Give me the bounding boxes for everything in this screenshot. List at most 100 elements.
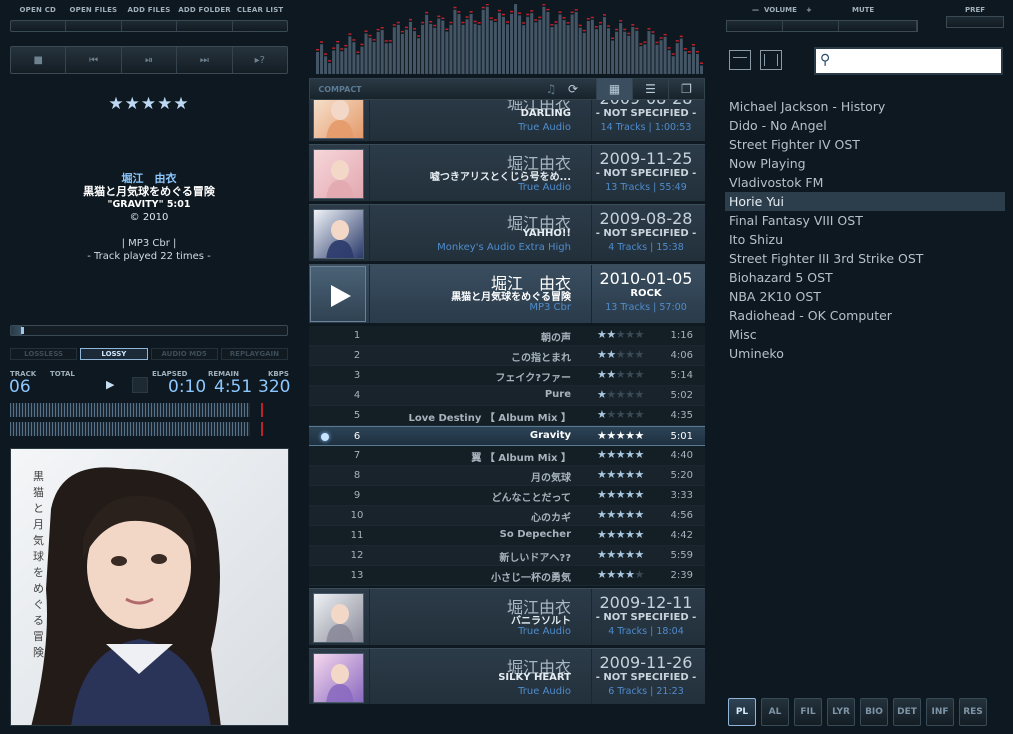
current-album-row[interactable]: 堀江 由衣 黒猫と月気球をめぐる冒険 MP3 Cbr 2010-01-05 ROCK 13… <box>309 264 705 324</box>
track-row[interactable]: 12 新しいドアへ?? ★★★★★ 5:59 <box>309 546 705 566</box>
playlist-item[interactable]: Dido - No Angel <box>725 116 1005 135</box>
now-playing-album: 黒猫と月気球をめぐる冒険 <box>83 185 215 198</box>
track-rating[interactable]: ★★★★★ <box>597 488 644 501</box>
track-row[interactable]: 5 Love Destiny 【 Album Mix 】 ★★★★★ 4:35 <box>309 406 705 426</box>
spectrum-peak <box>392 24 396 26</box>
track-row[interactable]: 11 So Depecher ★★★★★ 4:42 <box>309 526 705 546</box>
album-date: 2009-08-28 <box>599 209 693 228</box>
album-row[interactable]: 堀江由衣 嘘つきアリスとくじら号をめ... True Audio 2009-11-25… <box>309 144 705 202</box>
album-title: 嘘つきアリスとくじら号をめ... <box>429 172 571 183</box>
track-rating[interactable]: ★★★★★ <box>597 508 644 521</box>
track-rating[interactable]: ★★★★★ <box>597 548 644 561</box>
open-files-button[interactable] <box>66 21 122 31</box>
mute-button[interactable] <box>839 21 917 31</box>
window-view-icon[interactable]: ❐ <box>668 78 704 100</box>
spectrum-bar <box>522 25 526 74</box>
track-row[interactable]: 7翼 【 Album Mix 】 ★★★★★ 4:40 <box>309 446 705 466</box>
track-row[interactable]: 9 どんなことだって ★★★★★ 3:33 <box>309 486 705 506</box>
track-row[interactable]: 8 月の気球 ★★★★★ 5:20 <box>309 466 705 486</box>
playlist-item[interactable]: Vladivostok FM <box>725 173 1005 192</box>
layout-split-icon[interactable] <box>760 50 782 70</box>
track-row[interactable]: 1 朝の声 ★★★★★ 1:16 <box>309 326 705 346</box>
repeat-icon[interactable]: ⟳ <box>562 82 584 96</box>
spectrum-peak <box>485 4 489 6</box>
track-rating[interactable]: ★★★★★ <box>597 368 644 381</box>
playlist-item[interactable]: Biohazard 5 OST <box>725 268 1005 287</box>
tab-lyr[interactable]: LYR <box>827 698 855 726</box>
volume-down-button[interactable] <box>727 21 783 31</box>
random-button[interactable]: ▸? <box>233 47 287 73</box>
volume-up-button[interactable] <box>783 21 839 31</box>
spectrum-peak <box>481 6 485 9</box>
playlist-item[interactable]: Michael Jackson - History <box>725 97 1005 116</box>
album-row[interactable]: 堀江由衣DARLINGTrue Audio2009-08-28- NOT SPE… <box>309 100 705 142</box>
track-rating[interactable]: ★★★★★ <box>597 528 644 541</box>
track-rating[interactable]: ★★★★★ <box>597 429 644 442</box>
track-rating[interactable]: ★★★★★ <box>597 328 644 341</box>
next-button[interactable]: ⏭ <box>177 47 233 73</box>
playlist-item[interactable]: Final Fantasy VIII OST <box>725 211 1005 230</box>
clear-list-button[interactable] <box>233 21 287 31</box>
stop-button[interactable]: ■ <box>11 47 67 73</box>
playlist-item[interactable]: Radiohead - OK Computer <box>725 306 1005 325</box>
track-rating[interactable]: ★★★★★ <box>597 468 644 481</box>
tab-inf[interactable]: INF <box>926 698 954 726</box>
seek-bar[interactable] <box>10 325 288 336</box>
playlist-item[interactable]: Street Fighter IV OST <box>725 135 1005 154</box>
add-folder-button[interactable] <box>177 21 233 31</box>
tab-pl[interactable]: PL <box>728 698 756 726</box>
playlist-item[interactable]: Now Playing <box>725 154 1005 173</box>
playlist-item[interactable]: Umineko <box>725 344 1005 363</box>
track-rating[interactable]: ★★★★★ <box>597 568 644 581</box>
playlist-item[interactable]: NBA 2K10 OST <box>725 287 1005 306</box>
playlist-item[interactable]: Street Fighter III 3rd Strike OST <box>725 249 1005 268</box>
track-row[interactable]: 2 この指とまれ ★★★★★ 4:06 <box>309 346 705 366</box>
tab-bio[interactable]: BIO <box>860 698 888 726</box>
playlist-item[interactable]: Horie Yui <box>725 192 1005 211</box>
now-playing-rating[interactable]: ★★★★★ <box>10 94 288 114</box>
playlist-item[interactable]: Ito Shizu <box>725 230 1005 249</box>
spectrum-peak <box>566 22 570 24</box>
tab-fil[interactable]: FIL <box>794 698 822 726</box>
seek-bar-handle[interactable] <box>21 327 24 334</box>
spectrum-bar <box>558 14 562 74</box>
spectrum-bar <box>611 40 615 74</box>
add-files-label: ADD FILES <box>127 6 171 14</box>
star-icon: ★ <box>634 568 645 581</box>
music-note-icon[interactable]: ♫ <box>540 82 562 96</box>
track-rating[interactable]: ★★★★★ <box>597 448 644 461</box>
tab-res[interactable]: RES <box>959 698 987 726</box>
track-rating[interactable]: ★★★★★ <box>597 388 644 401</box>
album-format: True Audio <box>518 686 571 697</box>
track-rating[interactable]: ★★★★★ <box>597 408 644 421</box>
tab-det[interactable]: DET <box>893 698 921 726</box>
playlist-item[interactable]: Misc <box>725 325 1005 344</box>
open-cd-button[interactable] <box>11 21 67 31</box>
add-files-button[interactable] <box>122 21 178 31</box>
track-row[interactable]: 13 小さじ一杯の勇気 ★★★★★ 2:39 <box>309 566 705 586</box>
album-row[interactable]: 堀江由衣 SILKY HEART True Audio 2009-11-26- NOT… <box>309 648 705 704</box>
playing-track-row[interactable]: 6 Gravity ★★★★★ 5:01 <box>309 426 705 446</box>
track-number: 06 <box>9 377 31 397</box>
spectrum-bar <box>526 16 530 74</box>
track-row[interactable]: 3 フェイク?ファー ★★★★★ 5:14 <box>309 366 705 386</box>
track-row[interactable]: 10 心のカギ ★★★★★ 4:56 <box>309 506 705 526</box>
spectrum-bar <box>586 21 590 74</box>
previous-button[interactable]: ⏮ <box>66 47 122 73</box>
play-icon[interactable] <box>311 267 365 321</box>
layout-single-icon[interactable] <box>729 50 751 70</box>
list-view-icon[interactable]: ☰ <box>632 78 668 100</box>
album-row[interactable]: 堀江由衣 YAHHO!! Monkey's Audio Extra High 2009… <box>309 204 705 262</box>
compact-button[interactable]: COMPACT <box>310 85 370 94</box>
search-input[interactable]: ⚲ <box>814 47 1003 75</box>
album-view-icon[interactable]: ▦ <box>596 78 632 100</box>
play-pause-button[interactable]: ⏯ <box>122 47 178 73</box>
pref-button[interactable] <box>946 16 1004 28</box>
track-rating[interactable]: ★★★★★ <box>597 348 644 361</box>
star-icon: ★ <box>615 348 626 361</box>
track-row[interactable]: 4 Pure ★★★★★ 5:02 <box>309 386 705 406</box>
album-row[interactable]: 堀江由衣 バニラソルト True Audio 2009-12-11- NOT SPEC… <box>309 588 705 646</box>
spectrum-peak <box>679 35 683 38</box>
star-icon: ★ <box>606 568 616 581</box>
tab-al[interactable]: AL <box>761 698 789 726</box>
